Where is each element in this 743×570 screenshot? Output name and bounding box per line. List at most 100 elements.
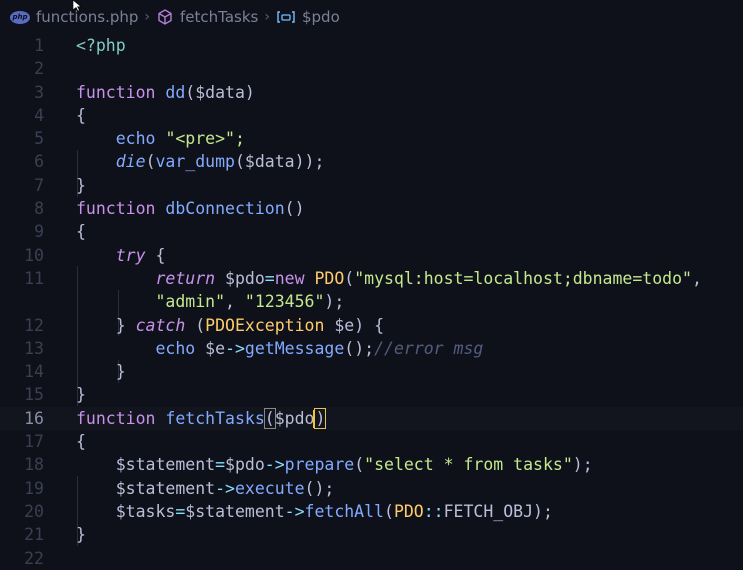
brace: } [115,315,136,335]
chevron-right-icon: › [264,9,270,25]
line-number: 3 [34,82,44,102]
code-line-13: 13 echo $e->getMessage();//error msg [0,337,743,360]
line-number: 14 [24,362,44,382]
comma: , [225,292,245,312]
function-name: dd [165,82,186,102]
brace: { [76,222,86,242]
quote: " [165,129,176,149]
code-line-22: 22 [0,547,743,570]
line-number: 1 [34,36,44,55]
variable: $pdo [215,268,265,288]
arrow-operator: -> [284,501,305,521]
variable: $e [324,315,355,335]
string-literal: <pre> [175,129,226,149]
comma: , [691,268,702,288]
brace: { [76,432,86,452]
variable: $statement [115,455,216,475]
paren-end: ); [572,455,593,475]
params: () [284,199,305,219]
paren: ( [185,315,206,335]
call: (); [304,478,335,498]
echo-keyword: echo [155,338,196,358]
code-line-7: 7} [0,174,743,197]
breadcrumb-file[interactable]: functions.php [36,8,138,26]
breadcrumb: php functions.php › fetchTasks › $pdo [0,0,743,34]
echo-keyword: echo [115,129,156,149]
breadcrumb-variable[interactable]: $pdo [302,8,340,26]
class-name: PDO [393,501,424,521]
class-name: PDO [304,268,345,288]
method-name: fetchAll [304,501,384,521]
keyword: function [76,82,156,102]
brace: } [76,175,86,195]
breadcrumb-symbol[interactable]: fetchTasks [180,8,258,26]
method-name: prepare [284,455,355,475]
operator: = [175,501,186,521]
quote-end: "; [225,129,245,149]
params: ($data) [185,82,255,102]
line-number: 2 [34,59,44,79]
variable: $statement [115,478,216,498]
php-open-tag: <?php [76,36,126,55]
constant: FETCH_OBJ [443,501,534,521]
code-line-19: 19 $statement->execute(); [0,477,743,500]
line-number: 19 [24,478,44,498]
keyword: function [76,199,156,219]
line-number: 17 [24,432,44,452]
bracket-match: ) [314,407,327,429]
variable: $tasks [115,501,176,521]
line-number: 16 [24,408,44,428]
variable: $pdo [225,455,265,475]
method-cube-icon [156,8,174,26]
code-line-4: 4{ [0,104,743,127]
class-name: PDOException [205,315,325,335]
code-line-12: 12 } catch (PDOException $e) { [0,314,743,337]
code-line-6: 6 die(var_dump($data)); [0,150,743,173]
function-name: fetchTasks [165,408,265,428]
string-literal: "select * from tasks" [364,455,573,475]
line-number: 20 [24,501,44,521]
php-file-icon: php [10,10,30,24]
code-line-21: 21} [0,523,743,546]
line-number: 6 [34,152,44,172]
paren-end: ); [324,292,345,312]
try-keyword: try [115,245,146,265]
new-keyword: new [274,268,305,288]
brace: } [76,385,86,405]
line-number: 9 [34,222,44,242]
bracket-match: ( [263,407,276,429]
paren: ( [384,501,394,521]
line-number: 18 [24,455,44,475]
code-line-15: 15} [0,383,743,406]
method-name: getMessage [244,338,345,358]
variable: $e [195,338,226,358]
line-number: 5 [34,129,44,149]
arrow-operator: -> [215,478,235,498]
line-number: 22 [24,548,44,568]
code-line-1: 1 <?php [0,34,743,57]
code-editor[interactable]: 1 <?php 2 3 function dd($data) 4{ 5 echo "… [0,34,743,570]
code-line-11-wrap: "admin", "123456"); [0,290,743,313]
code-line-3: 3 function dd($data) [0,81,743,104]
string-literal: "123456" [244,292,325,312]
code-line-17: 17 { [0,430,743,453]
code-line-18: 18 $statement=$pdo->prepare("select * fr… [0,453,743,476]
operator: = [215,455,226,475]
line-number: 4 [34,105,44,125]
scope-operator: :: [423,501,444,521]
code-line-11: 11 return $pdo=new PDO("mysql:host=local… [0,267,743,290]
line-number: 12 [24,315,44,335]
code-line-20: 20 $tasks=$statement->fetchAll(PDO::FETC… [0,500,743,523]
variable: $pdo [274,408,315,428]
variable-icon [276,9,296,25]
arrow-operator: -> [264,455,285,475]
brace: { [145,245,166,265]
line-number: 21 [24,525,44,545]
paren-end: ); [533,501,553,521]
line-number: 13 [24,338,44,358]
brace: ) { [354,315,385,335]
return-keyword: return [155,268,216,288]
method-name: execute [234,478,305,498]
string-literal: "admin" [155,292,226,312]
string-literal: "mysql:host=localhost;dbname=todo" [354,268,692,288]
